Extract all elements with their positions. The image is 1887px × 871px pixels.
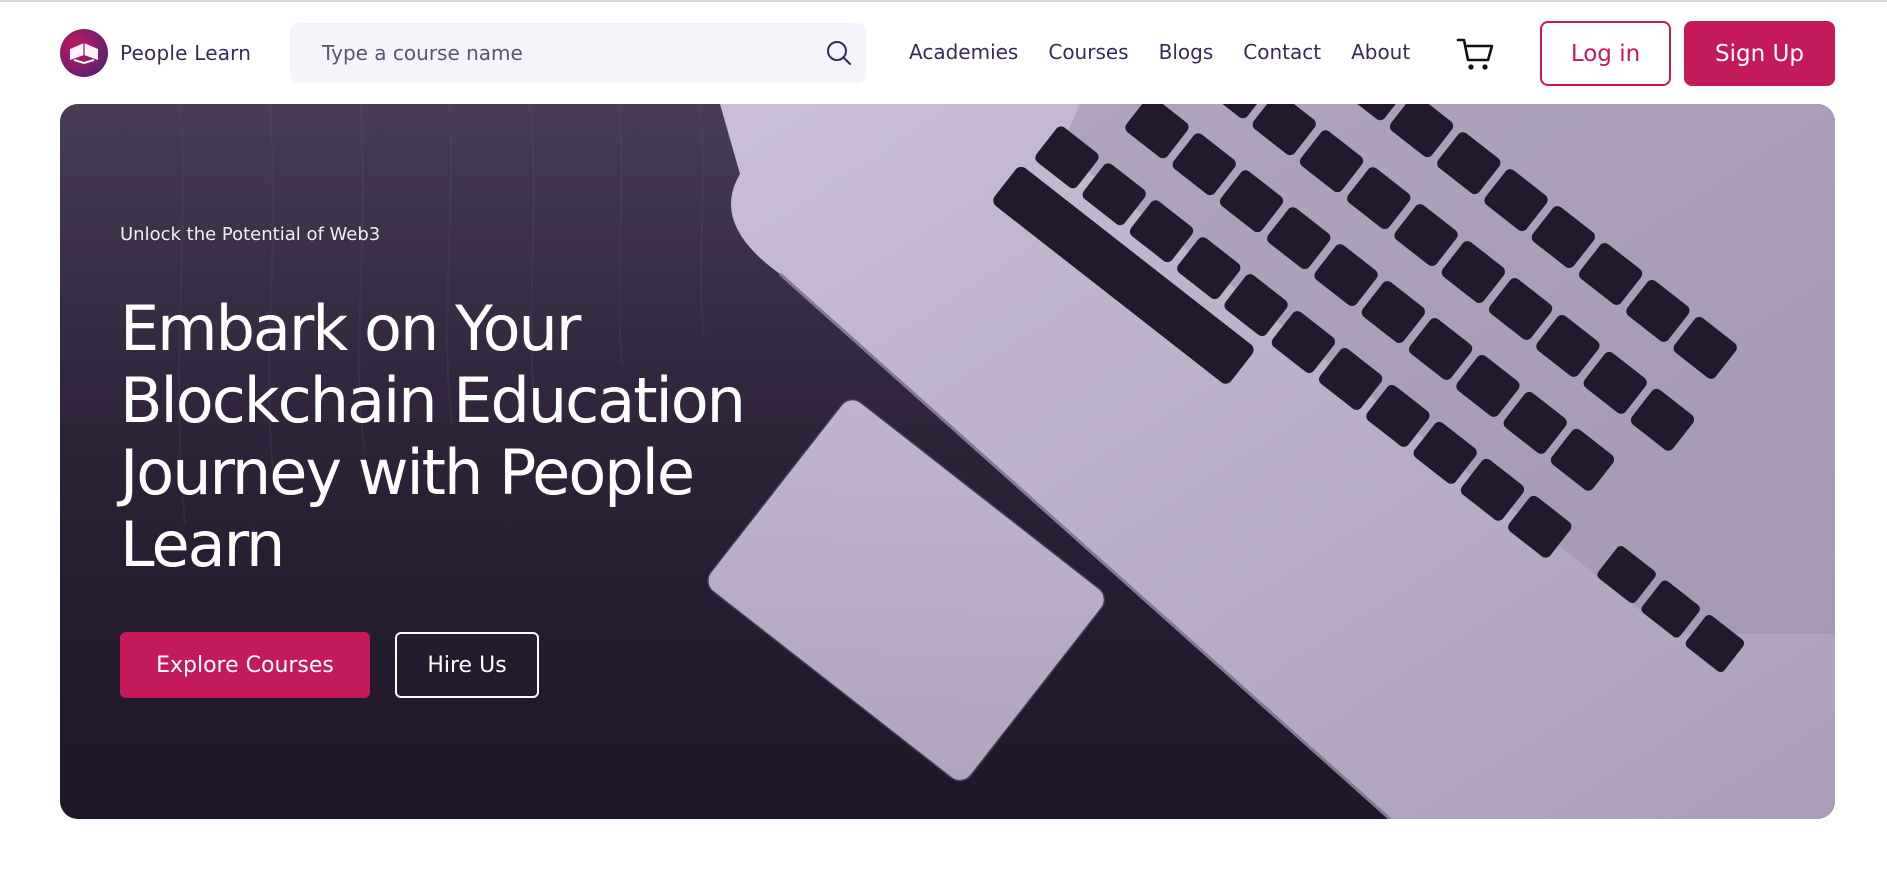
nav-link-academies[interactable]: Academies <box>909 40 1018 64</box>
hero-actions: Explore Courses Hire Us <box>120 632 539 698</box>
signup-button[interactable]: Sign Up <box>1684 21 1835 86</box>
navbar: People Learn Academies Courses Blogs Con… <box>0 2 1887 102</box>
nav-link-contact[interactable]: Contact <box>1243 40 1321 64</box>
hero-banner: Unlock the Potential of Web3 Embark on Y… <box>60 104 1835 819</box>
nav-link-courses[interactable]: Courses <box>1048 40 1128 64</box>
book-logo-icon <box>60 29 108 77</box>
nav-link-blogs[interactable]: Blogs <box>1159 40 1214 64</box>
hire-us-button[interactable]: Hire Us <box>395 632 539 698</box>
hero-eyebrow: Unlock the Potential of Web3 <box>120 224 381 245</box>
search-bar <box>290 23 866 83</box>
main-nav: Academies Courses Blogs Contact About <box>909 40 1440 64</box>
hero-content: Unlock the Potential of Web3 Embark on Y… <box>120 224 820 581</box>
login-button[interactable]: Log in <box>1540 21 1671 86</box>
cart-icon[interactable] <box>1455 34 1495 74</box>
search-icon[interactable] <box>824 38 854 68</box>
search-input[interactable] <box>320 40 794 66</box>
explore-courses-button[interactable]: Explore Courses <box>120 632 370 698</box>
nav-link-about[interactable]: About <box>1351 40 1410 64</box>
hero-title: Embark on Your Blockchain Education Jour… <box>120 292 746 581</box>
brand-name: People Learn <box>120 41 252 65</box>
brand-home-link[interactable]: People Learn <box>60 29 251 77</box>
